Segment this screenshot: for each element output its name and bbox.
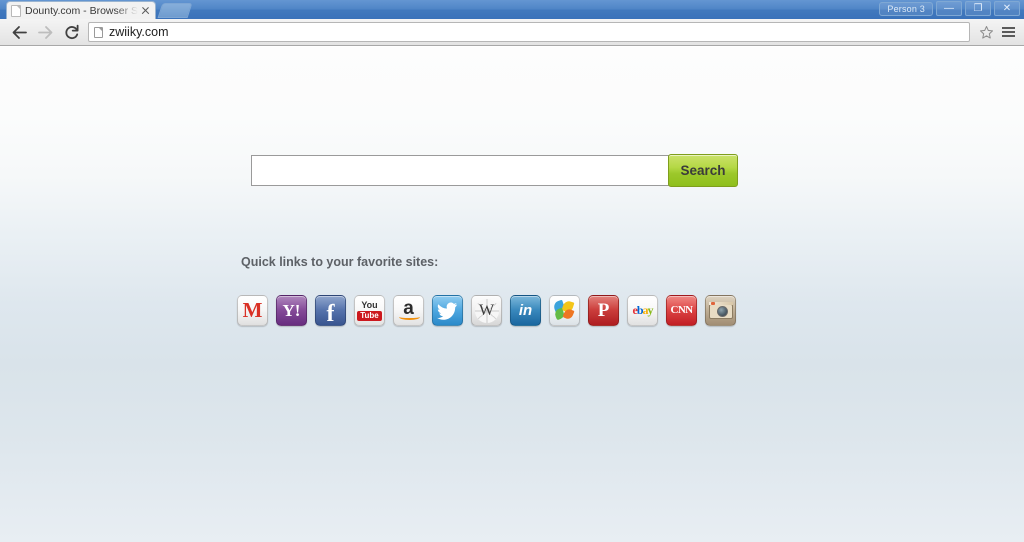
- page-content: Search Quick links to your favorite site…: [0, 47, 1024, 542]
- star-icon[interactable]: [976, 25, 996, 40]
- maximize-button[interactable]: ❐: [965, 1, 991, 16]
- title-bar: Dounty.com - Browser Se Person 3 — ❐ ✕: [0, 0, 1024, 19]
- quicklink-facebook[interactable]: f: [315, 295, 346, 326]
- amazon-swoosh-icon: [399, 314, 420, 320]
- facebook-icon: f: [326, 300, 335, 326]
- yahoo-icon: Y!: [282, 301, 301, 320]
- gmail-icon: M: [242, 298, 263, 322]
- instagram-icon: [708, 302, 733, 319]
- reload-icon[interactable]: [58, 20, 84, 44]
- quicklink-twitter[interactable]: [432, 295, 463, 326]
- tab-title: Dounty.com - Browser Se: [25, 4, 138, 17]
- quicklinks-heading: Quick links to your favorite sites:: [241, 255, 439, 269]
- youtube-icon: You Tube: [357, 299, 382, 321]
- page-icon: [11, 4, 21, 17]
- minimize-button[interactable]: —: [936, 1, 962, 16]
- wikipedia-icon: W: [474, 298, 499, 323]
- hamburger-menu-icon[interactable]: [998, 27, 1018, 37]
- youtube-tube-text: Tube: [357, 310, 382, 321]
- new-tab-icon[interactable]: [157, 3, 193, 18]
- close-button[interactable]: ✕: [994, 1, 1020, 16]
- search-input[interactable]: [251, 155, 669, 186]
- close-icon[interactable]: [140, 5, 151, 16]
- browser-tab[interactable]: Dounty.com - Browser Se: [6, 1, 156, 19]
- pinterest-icon: P: [597, 300, 610, 321]
- search-area: Search: [251, 154, 738, 187]
- quicklinks-icon-row: M Y! f You Tube a W in P e b a y CNN: [237, 295, 736, 326]
- quicklink-yahoo[interactable]: Y!: [276, 295, 307, 326]
- quicklink-youtube[interactable]: You Tube: [354, 295, 385, 326]
- url-text: zwiiky.com: [109, 25, 169, 39]
- quicklink-ebay[interactable]: ebay: [627, 295, 658, 326]
- window-controls: Person 3 — ❐ ✕: [879, 1, 1020, 16]
- page-icon: [94, 26, 103, 38]
- profile-chip[interactable]: Person 3: [879, 1, 933, 16]
- quicklink-cnn[interactable]: CNN: [666, 295, 697, 326]
- quicklink-instagram[interactable]: [705, 295, 736, 326]
- browser-window: Dounty.com - Browser Se Person 3 — ❐ ✕ z…: [0, 0, 1024, 542]
- wikipedia-w-text: W: [478, 301, 495, 319]
- twitter-icon: [437, 301, 458, 320]
- quicklink-gmail[interactable]: M: [237, 295, 268, 326]
- quicklink-linkedin[interactable]: in: [510, 295, 541, 326]
- cnn-icon: CNN: [670, 304, 693, 316]
- quicklink-wikipedia[interactable]: W: [471, 295, 502, 326]
- msn-butterfly-icon: [552, 299, 575, 321]
- back-arrow-icon[interactable]: [6, 20, 32, 44]
- address-bar[interactable]: zwiiky.com: [88, 22, 970, 42]
- quicklink-msn[interactable]: [549, 295, 580, 326]
- quicklink-pinterest[interactable]: P: [588, 295, 619, 326]
- ebay-icon: ebay: [632, 303, 653, 317]
- quicklink-amazon[interactable]: a: [393, 295, 424, 326]
- forward-arrow-icon: [32, 20, 58, 44]
- youtube-you-text: You: [361, 299, 378, 310]
- search-button[interactable]: Search: [668, 154, 738, 187]
- browser-toolbar: zwiiky.com: [0, 19, 1024, 46]
- linkedin-icon: in: [518, 302, 533, 319]
